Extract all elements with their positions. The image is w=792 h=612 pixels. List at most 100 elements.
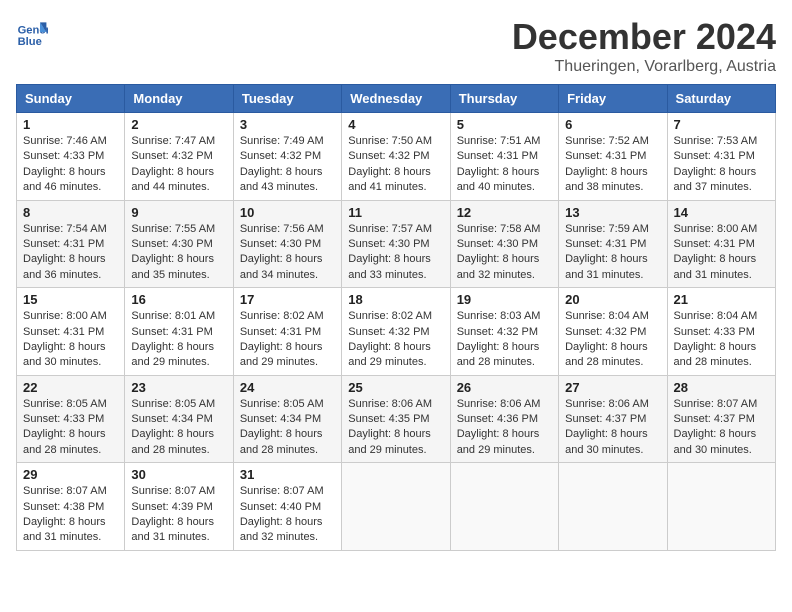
sunset-text: Sunset: 4:31 PM (240, 326, 321, 338)
calendar-header-row: SundayMondayTuesdayWednesdayThursdayFrid… (17, 85, 776, 113)
day-info: Sunrise: 7:55 AMSunset: 4:30 PMDaylight:… (131, 222, 226, 284)
day-number: 28 (674, 380, 769, 395)
calendar-week-row: 1Sunrise: 7:46 AMSunset: 4:33 PMDaylight… (17, 113, 776, 201)
calendar-cell: 29 Sunrise: 8:07 AMSunset: 4:38 PMDayligh… (17, 463, 125, 551)
sunset-text: Sunset: 4:31 PM (23, 238, 104, 250)
weekday-header: Monday (125, 85, 233, 113)
sunrise-text: Sunrise: 8:06 AM (348, 398, 432, 410)
daylight-text: Daylight: 8 hours and 31 minutes. (674, 253, 757, 280)
day-number: 30 (131, 467, 226, 482)
day-info: Sunrise: 8:01 AMSunset: 4:31 PMDaylight:… (131, 309, 226, 371)
day-info: Sunrise: 8:06 AM Sunset: 4:35 PM Daylight:… (348, 397, 443, 459)
calendar-cell (559, 463, 667, 551)
sunset-text: Sunset: 4:32 PM (348, 326, 429, 338)
daylight-text: Daylight: 8 hours and 31 minutes. (131, 516, 214, 543)
calendar-cell: 25Sunrise: 8:06 AMSunset: 4:35 PMDayligh… (342, 375, 450, 463)
sunrise-text: Sunrise: 8:02 AM (240, 310, 324, 322)
day-number: 23 (131, 380, 226, 395)
day-number: 11 (348, 205, 443, 220)
sunrise-text: Sunrise: 8:00 AM (674, 223, 758, 235)
day-info: Sunrise: 7:49 AMSunset: 4:32 PMDaylight:… (240, 134, 335, 196)
sunrise-text: Sunrise: 8:06 AM (565, 398, 649, 410)
sunrise-text: Sunrise: 8:05 AM (23, 398, 107, 410)
day-number: 8 (23, 205, 118, 220)
daylight-text: Daylight: 8 hours and 35 minutes. (131, 253, 214, 280)
day-info: Sunrise: 8:05 AMSunset: 4:33 PMDaylight:… (23, 397, 118, 459)
day-number: 22 (23, 380, 118, 395)
calendar-cell: 22 Sunrise: 8:05 AMSunset: 4:33 PMDayligh… (17, 375, 125, 463)
calendar-cell: 7Sunrise: 7:53 AMSunset: 4:31 PMDaylight… (667, 113, 775, 201)
day-info: Sunrise: 8:06 AMSunset: 4:37 PMDaylight:… (565, 397, 660, 459)
sunset-text: Sunset: 4:35 PM (348, 413, 429, 425)
day-number: 27 (565, 380, 660, 395)
sunrise-text: Sunrise: 7:54 AM (23, 223, 107, 235)
calendar-cell: 20Sunrise: 8:04 AMSunset: 4:32 PMDayligh… (559, 288, 667, 376)
daylight-text: Daylight: 8 hours and 32 minutes. (240, 516, 323, 543)
day-info: Sunrise: 8:07 AMSunset: 4:37 PMDaylight:… (674, 397, 769, 459)
calendar-cell: 24Sunrise: 8:05 AMSunset: 4:34 PMDayligh… (233, 375, 341, 463)
daylight-text: Daylight: 8 hours and 36 minutes. (23, 253, 106, 280)
daylight-text: Daylight: 8 hours and 37 minutes. (674, 166, 757, 193)
daylight-text: Daylight: 8 hours and 30 minutes. (23, 341, 106, 368)
calendar-cell: 3 Sunrise: 7:49 AMSunset: 4:32 PMDaylight… (233, 113, 341, 201)
day-number: 20 (565, 292, 660, 307)
sunset-text: Sunset: 4:31 PM (674, 238, 755, 250)
day-info: Sunrise: 8:00 AM Sunset: 4:31 PM Daylight:… (674, 222, 769, 284)
day-info: Sunrise: 8:07 AMSunset: 4:38 PMDaylight:… (23, 484, 118, 546)
day-info: Sunrise: 8:05 AMSunset: 4:34 PMDaylight:… (131, 397, 226, 459)
sunset-text: Sunset: 4:40 PM (240, 501, 321, 513)
weekday-header: Saturday (667, 85, 775, 113)
calendar-cell: 26Sunrise: 8:06 AMSunset: 4:36 PMDayligh… (450, 375, 558, 463)
calendar-cell: 21Sunrise: 8:04 AMSunset: 4:33 PMDayligh… (667, 288, 775, 376)
daylight-text: Daylight: 8 hours and 29 minutes. (131, 341, 214, 368)
day-number: 21 (674, 292, 769, 307)
calendar-cell: 13Sunrise: 7:59 AMSunset: 4:31 PMDayligh… (559, 200, 667, 288)
sunrise-text: Sunrise: 7:50 AM (348, 135, 432, 147)
day-number: 29 (23, 467, 118, 482)
sunrise-text: Sunrise: 7:47 AM (131, 135, 215, 147)
sunrise-text: Sunrise: 8:05 AM (131, 398, 215, 410)
calendar-cell: 19 Sunrise: 8:03 AMSunset: 4:32 PMDayligh… (450, 288, 558, 376)
sunset-text: Sunset: 4:30 PM (348, 238, 429, 250)
day-number: 24 (240, 380, 335, 395)
sunrise-text: Sunrise: 8:07 AM (240, 485, 324, 497)
sunset-text: Sunset: 4:32 PM (348, 150, 429, 162)
calendar-cell: 30Sunrise: 8:07 AMSunset: 4:39 PMDayligh… (125, 463, 233, 551)
daylight-text: Daylight: 8 hours and 33 minutes. (348, 253, 431, 280)
calendar-cell: 4Sunrise: 7:50 AMSunset: 4:32 PMDaylight… (342, 113, 450, 201)
sunset-text: Sunset: 4:30 PM (131, 238, 212, 250)
weekday-header: Thursday (450, 85, 558, 113)
sunset-text: Sunset: 4:31 PM (565, 238, 646, 250)
daylight-text: Daylight: 8 hours and 31 minutes. (23, 516, 106, 543)
sunrise-text: Sunrise: 8:07 AM (23, 485, 107, 497)
day-number: 3 (240, 117, 335, 132)
sunrise-text: Sunrise: 7:49 AM (240, 135, 324, 147)
day-number: 4 (348, 117, 443, 132)
day-info: Sunrise: 7:53 AMSunset: 4:31 PMDaylight:… (674, 134, 769, 196)
day-info: Sunrise: 7:57 AMSunset: 4:30 PMDaylight:… (348, 222, 443, 284)
calendar-cell: 2Sunrise: 7:47 AMSunset: 4:32 PMDaylight… (125, 113, 233, 201)
day-number: 19 (457, 292, 552, 307)
day-info: Sunrise: 7:54 AM Sunset: 4:31 PM Daylight:… (23, 222, 118, 284)
day-info: Sunrise: 7:51 AMSunset: 4:31 PMDaylight:… (457, 134, 552, 196)
day-info: Sunrise: 8:03 AMSunset: 4:32 PMDaylight:… (457, 309, 552, 371)
sunrise-text: Sunrise: 8:01 AM (131, 310, 215, 322)
daylight-text: Daylight: 8 hours and 30 minutes. (565, 428, 648, 455)
sunrise-text: Sunrise: 8:04 AM (674, 310, 758, 322)
calendar-week-row: 8 Sunrise: 7:54 AM Sunset: 4:31 PM Daylight… (17, 200, 776, 288)
daylight-text: Daylight: 8 hours and 28 minutes. (565, 341, 648, 368)
sunset-text: Sunset: 4:30 PM (240, 238, 321, 250)
calendar-cell: 11 Sunrise: 7:57 AMSunset: 4:30 PMDayligh… (342, 200, 450, 288)
daylight-text: Daylight: 8 hours and 29 minutes. (348, 428, 431, 455)
daylight-text: Daylight: 8 hours and 30 minutes. (674, 428, 757, 455)
daylight-text: Daylight: 8 hours and 29 minutes. (240, 341, 323, 368)
day-info: Sunrise: 8:07 AM Sunset: 4:40 PM Daylight:… (240, 484, 335, 546)
day-number: 31 (240, 467, 335, 482)
calendar-cell: 28 Sunrise: 8:07 AMSunset: 4:37 PMDayligh… (667, 375, 775, 463)
day-info: Sunrise: 8:00 AMSunset: 4:31 PMDaylight:… (23, 309, 118, 371)
weekday-header: Wednesday (342, 85, 450, 113)
day-number: 6 (565, 117, 660, 132)
day-info: Sunrise: 7:56 AMSunset: 4:30 PMDaylight:… (240, 222, 335, 284)
calendar-week-row: 15Sunrise: 8:00 AMSunset: 4:31 PMDayligh… (17, 288, 776, 376)
sunrise-text: Sunrise: 8:07 AM (131, 485, 215, 497)
